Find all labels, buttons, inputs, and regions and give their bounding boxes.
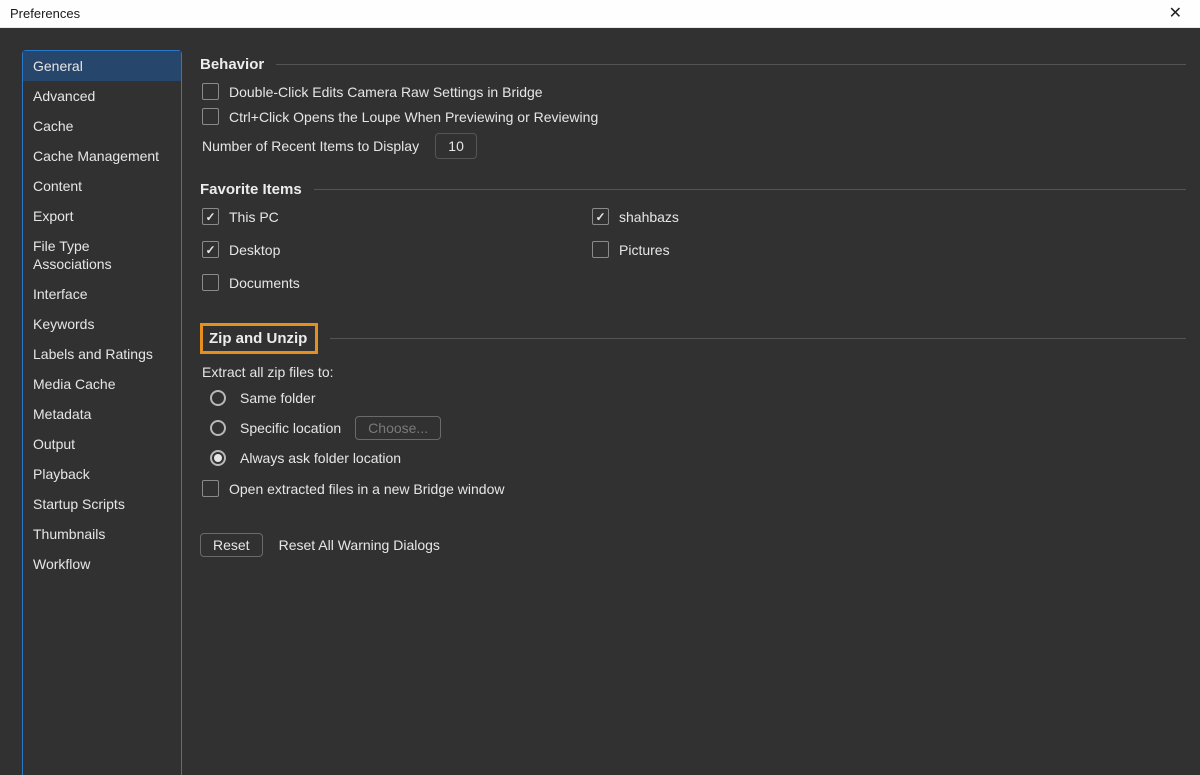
sidebar-item-output[interactable]: Output — [23, 429, 181, 459]
radio-label: Always ask folder location — [240, 450, 401, 466]
behavior-ctrlclick-row: Ctrl+Click Opens the Loupe When Previewi… — [200, 108, 1186, 125]
checkbox-ctrlclick[interactable] — [202, 108, 219, 125]
checkbox-doubleclick[interactable] — [202, 83, 219, 100]
sidebar-item-workflow[interactable]: Workflow — [23, 549, 181, 579]
sidebar: GeneralAdvancedCacheCache ManagementCont… — [22, 50, 182, 775]
divider — [330, 338, 1186, 339]
choose-button[interactable]: Choose... — [355, 416, 441, 440]
zip-open-extracted-row: Open extracted files in a new Bridge win… — [200, 480, 1186, 497]
recent-items-input[interactable]: 10 — [435, 133, 477, 159]
sidebar-item-general[interactable]: General — [23, 51, 181, 81]
checkbox-label: Ctrl+Click Opens the Loupe When Previewi… — [229, 109, 598, 125]
checkbox-favorite[interactable] — [202, 208, 219, 225]
zip-radio-always-ask: Always ask folder location — [200, 450, 1186, 466]
checkbox-label: Open extracted files in a new Bridge win… — [229, 481, 504, 497]
checkbox-favorite[interactable] — [592, 208, 609, 225]
sidebar-item-content[interactable]: Content — [23, 171, 181, 201]
section-header-zip: Zip and Unzip — [200, 323, 1186, 354]
favorite-label: shahbazs — [619, 209, 679, 225]
sidebar-item-playback[interactable]: Playback — [23, 459, 181, 489]
checkbox-favorite[interactable] — [592, 241, 609, 258]
recent-items-label: Number of Recent Items to Display — [202, 138, 419, 154]
checkbox-open-extracted[interactable] — [202, 480, 219, 497]
close-icon[interactable]: ✕ — [1161, 2, 1190, 26]
sidebar-item-media-cache[interactable]: Media Cache — [23, 369, 181, 399]
footer-row: Reset Reset All Warning Dialogs — [200, 533, 1186, 557]
radio-specific-location[interactable] — [210, 420, 226, 436]
favorite-label: This PC — [229, 209, 279, 225]
zip-radio-specific: Specific location Choose... — [200, 416, 1186, 440]
sidebar-item-cache-management[interactable]: Cache Management — [23, 141, 181, 171]
zip-extract-label: Extract all zip files to: — [200, 364, 1186, 380]
section-header-favorites: Favorite Items — [200, 181, 1186, 198]
favorite-item: shahbazs — [592, 208, 1186, 225]
radio-label: Same folder — [240, 390, 315, 406]
radio-label: Specific location — [240, 420, 341, 436]
divider — [314, 189, 1186, 190]
favorite-label: Desktop — [229, 242, 280, 258]
content-pane: Behavior Double-Click Edits Camera Raw S… — [200, 50, 1186, 775]
sidebar-item-interface[interactable]: Interface — [23, 279, 181, 309]
recent-items-row: Number of Recent Items to Display 10 — [200, 133, 1186, 159]
favorite-item: Desktop — [202, 241, 592, 258]
favorites-grid: This PC shahbazs Desktop Pictures Documents — [200, 208, 1186, 291]
section-header-behavior: Behavior — [200, 56, 1186, 73]
radio-same-folder[interactable] — [210, 390, 226, 406]
sidebar-item-labels-and-ratings[interactable]: Labels and Ratings — [23, 339, 181, 369]
behavior-doubleclick-row: Double-Click Edits Camera Raw Settings i… — [200, 83, 1186, 100]
checkbox-label: Double-Click Edits Camera Raw Settings i… — [229, 84, 543, 100]
favorite-item: Pictures — [592, 241, 1186, 258]
section-title: Zip and Unzip — [205, 330, 307, 347]
reset-warning-dialogs[interactable]: Reset All Warning Dialogs — [279, 537, 440, 553]
zip-title-highlight: Zip and Unzip — [200, 323, 318, 354]
favorite-item: This PC — [202, 208, 592, 225]
sidebar-item-export[interactable]: Export — [23, 201, 181, 231]
window-title: Preferences — [10, 6, 80, 21]
favorite-label: Pictures — [619, 242, 670, 258]
reset-button[interactable]: Reset — [200, 533, 263, 557]
favorite-label: Documents — [229, 275, 300, 291]
favorite-item: Documents — [202, 274, 592, 291]
sidebar-item-thumbnails[interactable]: Thumbnails — [23, 519, 181, 549]
checkbox-favorite[interactable] — [202, 241, 219, 258]
sidebar-item-cache[interactable]: Cache — [23, 111, 181, 141]
sidebar-item-metadata[interactable]: Metadata — [23, 399, 181, 429]
section-title: Favorite Items — [200, 181, 302, 198]
sidebar-item-advanced[interactable]: Advanced — [23, 81, 181, 111]
workspace: GeneralAdvancedCacheCache ManagementCont… — [0, 28, 1200, 775]
sidebar-item-keywords[interactable]: Keywords — [23, 309, 181, 339]
checkbox-favorite[interactable] — [202, 274, 219, 291]
radio-always-ask[interactable] — [210, 450, 226, 466]
titlebar[interactable]: Preferences ✕ — [0, 0, 1200, 28]
zip-radio-same: Same folder — [200, 390, 1186, 406]
sidebar-item-file-type-associations[interactable]: File Type Associations — [23, 231, 181, 279]
sidebar-item-startup-scripts[interactable]: Startup Scripts — [23, 489, 181, 519]
section-title: Behavior — [200, 56, 264, 73]
divider — [276, 64, 1186, 65]
